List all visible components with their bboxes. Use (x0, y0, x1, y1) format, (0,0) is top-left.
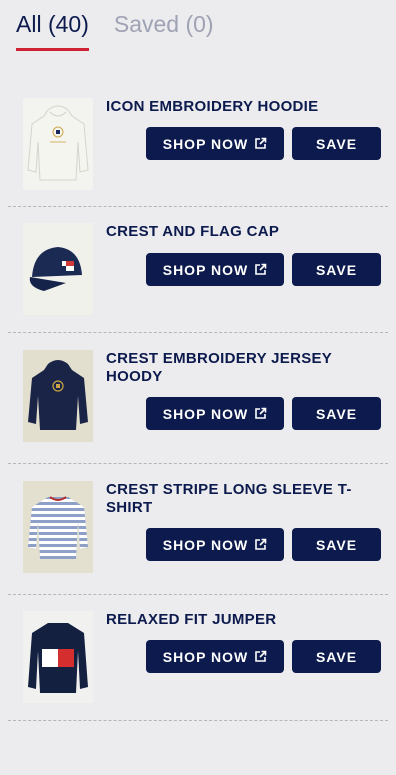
product-actions: SHOP NOW SAVE (146, 528, 381, 561)
product-title: ICON EMBROIDERY HOODIE (106, 98, 319, 115)
striped-shirt-icon (28, 496, 88, 559)
shop-now-button[interactable]: SHOP NOW (146, 640, 284, 673)
external-link-icon (254, 538, 267, 551)
save-button[interactable]: SAVE (292, 397, 381, 430)
product-item: CREST EMBROIDERY JERSEY HOODY SHOP NOW S… (8, 333, 388, 464)
product-list: ICON EMBROIDERY HOODIE SHOP NOW SAVE CRE… (8, 82, 388, 721)
product-item: ICON EMBROIDERY HOODIE SHOP NOW SAVE (8, 82, 388, 207)
shop-now-label: SHOP NOW (162, 648, 249, 665)
product-title: RELAXED FIT JUMPER (106, 611, 277, 628)
product-item: RELAXED FIT JUMPER SHOP NOW SAVE (8, 595, 388, 721)
tab-all[interactable]: All (40) (16, 8, 89, 52)
save-button[interactable]: SAVE (292, 640, 381, 673)
jumper-icon (28, 623, 88, 693)
product-actions: SHOP NOW SAVE (146, 397, 381, 430)
cap-icon (29, 247, 82, 291)
hoodie-white-icon (27, 105, 89, 181)
product-actions: SHOP NOW SAVE (146, 253, 381, 286)
product-title: CREST EMBROIDERY JERSEY HOODY (106, 350, 332, 385)
product-actions: SHOP NOW SAVE (146, 127, 381, 160)
product-actions: SHOP NOW SAVE (146, 640, 381, 673)
shop-now-label: SHOP NOW (162, 135, 249, 152)
external-link-icon (254, 650, 267, 663)
save-button[interactable]: SAVE (292, 253, 381, 286)
shop-now-button[interactable]: SHOP NOW (146, 253, 284, 286)
product-thumbnail[interactable] (23, 611, 93, 703)
shop-now-button[interactable]: SHOP NOW (146, 528, 284, 561)
product-thumbnail[interactable] (23, 481, 93, 573)
external-link-icon (254, 407, 267, 420)
product-item: CREST STRIPE LONG SLEEVE T-SHIRT SHOP NO… (8, 464, 388, 595)
save-button[interactable]: SAVE (292, 528, 381, 561)
shop-now-label: SHOP NOW (162, 261, 249, 278)
external-link-icon (254, 263, 267, 276)
hoodie-navy-icon (28, 360, 88, 430)
shop-now-label: SHOP NOW (162, 405, 249, 422)
save-button[interactable]: SAVE (292, 127, 381, 160)
product-title: CREST STRIPE LONG SLEEVE T-SHIRT (106, 481, 352, 516)
shop-now-label: SHOP NOW (162, 536, 249, 553)
product-thumbnail[interactable] (23, 350, 93, 442)
product-thumbnail[interactable] (23, 98, 93, 190)
external-link-icon (254, 137, 267, 150)
product-thumbnail[interactable] (23, 223, 93, 315)
tab-bar: All (40) Saved (0) (16, 8, 214, 52)
product-item: CREST AND FLAG CAP SHOP NOW SAVE (8, 207, 388, 333)
shop-now-button[interactable]: SHOP NOW (146, 127, 284, 160)
product-title: CREST AND FLAG CAP (106, 223, 280, 240)
shop-now-button[interactable]: SHOP NOW (146, 397, 284, 430)
tab-saved[interactable]: Saved (0) (114, 8, 214, 52)
